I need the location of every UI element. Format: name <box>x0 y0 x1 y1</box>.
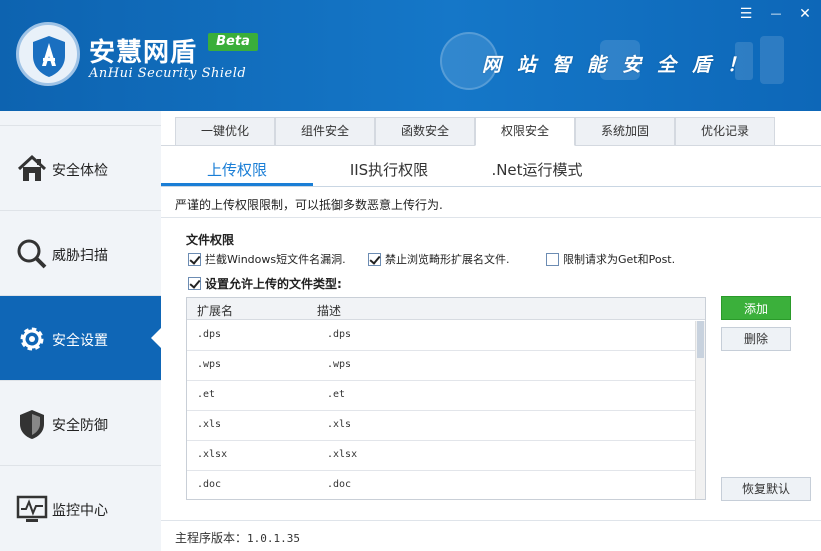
table-header: 扩展名 描述 <box>187 298 705 320</box>
cell-description: .dps <box>327 329 352 340</box>
version-value: 1.0.1.35 <box>247 532 300 545</box>
sidebar-item-label: 安全防御 <box>52 418 108 434</box>
version-footer: 主程序版本：1.0.1.35 <box>175 529 300 546</box>
table-row[interactable]: .et .et <box>187 381 695 411</box>
sidebar-item-threat-scan[interactable]: 威胁扫描 <box>0 210 161 295</box>
cell-extension: .xls <box>197 419 222 430</box>
sidebar-item-health-check[interactable]: 安全体检 <box>0 125 161 210</box>
cell-extension: .xlsx <box>197 449 228 460</box>
sidebar-item-security-defense[interactable]: 安全防御 <box>0 380 161 465</box>
tab-one-click-optimize[interactable]: 一键优化 <box>175 117 275 146</box>
slogan: 网站智能安全盾！ <box>482 54 763 76</box>
scrollbar-thumb[interactable] <box>697 321 704 358</box>
checkbox-label: 设置允许上传的文件类型: <box>205 276 342 291</box>
footer-divider <box>161 520 821 521</box>
tab-component-security[interactable]: 组件安全 <box>275 117 375 146</box>
checkbox-allow-upload-types[interactable]: 设置允许上传的文件类型: <box>188 275 342 291</box>
checkbox-label: 限制请求为Get和Post. <box>563 253 676 266</box>
table-scrollbar[interactable] <box>695 321 705 499</box>
cell-description: .xlsx <box>327 449 358 460</box>
menu-button[interactable]: ☰ <box>736 5 756 23</box>
home-icon <box>17 154 47 181</box>
cell-extension: .dps <box>197 329 222 340</box>
monitor-icon <box>16 495 48 522</box>
description-divider <box>161 217 821 218</box>
cell-description: .wps <box>327 359 352 370</box>
sub-tabs: 上传权限 IIS执行权限 .Net运行模式 <box>161 155 821 186</box>
subtab-iis-execution[interactable]: IIS执行权限 <box>313 155 465 186</box>
shield-icon <box>20 410 44 439</box>
checkbox-limit-get-post[interactable]: 限制请求为Get和Post. <box>546 251 675 267</box>
checkbox-block-malformed-ext[interactable]: 禁止浏览畸形扩展名文件. <box>368 251 510 267</box>
checkbox[interactable] <box>546 252 559 266</box>
tab-system-hardening[interactable]: 系统加固 <box>575 117 675 146</box>
section-title: 文件权限 <box>186 233 235 247</box>
app-header: 安慧网盾 Beta AnHui Security Shield 网站智能安全盾！… <box>0 0 821 111</box>
subtab-upload-permission[interactable]: 上传权限 <box>161 155 313 186</box>
checkbox[interactable] <box>188 252 201 266</box>
app-subtitle: AnHui Security Shield <box>89 66 247 81</box>
tab-function-security[interactable]: 函数安全 <box>375 117 475 146</box>
cell-extension: .doc <box>197 479 222 490</box>
cell-description: .et <box>327 389 346 400</box>
cell-description: .xls <box>327 419 352 430</box>
table-body: .dps .dps .wps .wps .et .et .xls .xls .x… <box>187 321 695 499</box>
sidebar-item-label: 威胁扫描 <box>52 248 108 264</box>
restore-default-button[interactable]: 恢复默认 <box>721 477 811 501</box>
table-row[interactable]: .xlsx .xlsx <box>187 441 695 471</box>
checkbox-block-short-filename[interactable]: 拦截Windows短文件名漏洞. <box>188 251 346 267</box>
subtabs-divider <box>161 186 821 187</box>
main-panel: 一键优化 组件安全 函数安全 权限安全 系统加固 优化记录 上传权限 IIS执行… <box>161 111 821 551</box>
column-header-extension: 扩展名 <box>197 304 234 318</box>
sidebar-item-security-settings[interactable]: 安全设置 <box>0 295 161 380</box>
subtab-net-run-mode[interactable]: .Net运行模式 <box>465 155 609 186</box>
tab-permission-security[interactable]: 权限安全 <box>475 117 575 146</box>
checkbox-label: 禁止浏览畸形扩展名文件. <box>385 253 510 266</box>
shield-logo-icon <box>33 36 65 77</box>
sidebar: 安全体检 威胁扫描 安全设置 安全防御 监控中心 <box>0 111 161 551</box>
beta-badge: Beta <box>208 33 258 51</box>
checkbox[interactable] <box>368 252 381 266</box>
minimize-button[interactable]: — <box>766 5 786 23</box>
tab-optimize-log[interactable]: 优化记录 <box>675 117 775 146</box>
app-title: 安慧网盾 <box>89 38 198 68</box>
active-indicator <box>151 328 161 348</box>
table-row[interactable]: .xls .xls <box>187 411 695 441</box>
table-row[interactable]: .wps .wps <box>187 351 695 381</box>
cell-extension: .wps <box>197 359 222 370</box>
add-button[interactable]: 添加 <box>721 296 791 320</box>
sidebar-item-label: 安全设置 <box>52 333 108 349</box>
decor-shape <box>760 36 784 84</box>
table-row[interactable]: .dps .dps <box>187 321 695 351</box>
sidebar-item-label: 安全体检 <box>52 163 108 179</box>
checkbox-label: 拦截Windows短文件名漏洞. <box>205 253 346 266</box>
close-button[interactable]: ✕ <box>795 5 815 23</box>
description: 严谨的上传权限限制，可以抵御多数恶意上传行为. <box>175 198 443 212</box>
column-header-description: 描述 <box>317 304 342 318</box>
sidebar-item-monitor-center[interactable]: 监控中心 <box>0 465 161 550</box>
sidebar-item-label: 监控中心 <box>52 503 108 519</box>
delete-button[interactable]: 删除 <box>721 327 791 351</box>
checkbox[interactable] <box>188 276 201 290</box>
magnifier-icon <box>17 239 47 269</box>
cell-description: .doc <box>327 479 352 490</box>
app-logo <box>16 22 80 86</box>
version-label: 主程序版本： <box>175 531 248 545</box>
table-row[interactable]: .doc .doc <box>187 471 695 499</box>
file-type-table: 扩展名 描述 .dps .dps .wps .wps .et .et .xls … <box>186 297 706 500</box>
cell-extension: .et <box>197 389 216 400</box>
gear-icon <box>20 327 44 351</box>
